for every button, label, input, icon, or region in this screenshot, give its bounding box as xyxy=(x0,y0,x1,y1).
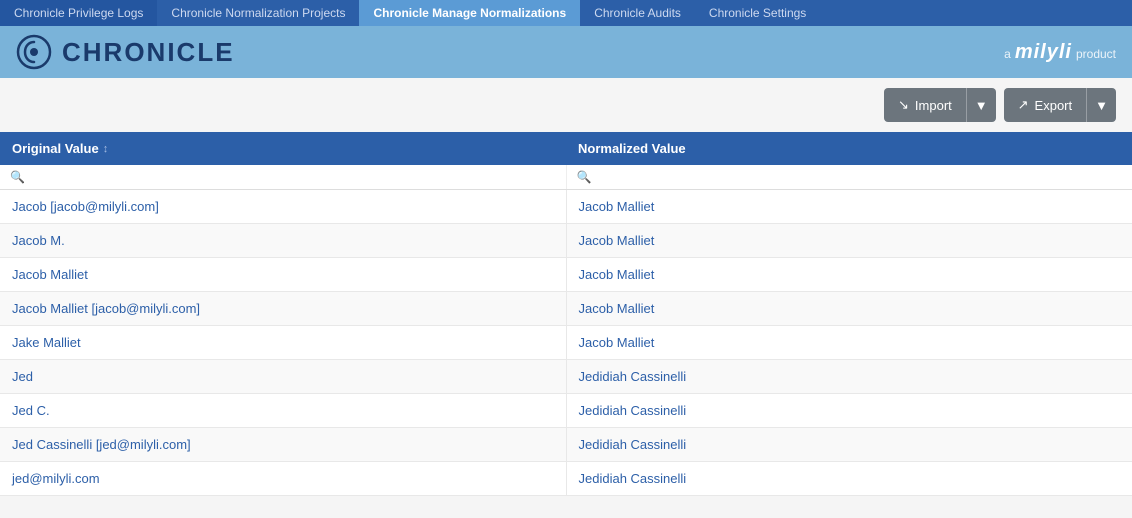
table-row: Jed C. Jedidiah Cassinelli xyxy=(0,394,1132,428)
normalized-value-cell: Jacob Malliet xyxy=(567,224,1132,257)
column-normalized-value: Normalized Value xyxy=(566,132,1132,165)
import-chevron-icon: ▼ xyxy=(975,98,988,113)
nav-privilege-logs[interactable]: Chronicle Privilege Logs xyxy=(0,0,157,26)
original-value-label: Original Value xyxy=(12,141,99,156)
export-label: Export xyxy=(1035,98,1073,113)
header-bar: CHRONICLE a milyli product xyxy=(0,26,1132,78)
export-dropdown-button[interactable]: ▼ xyxy=(1086,88,1116,122)
milyli-branding: a milyli product xyxy=(1004,41,1116,64)
import-icon: ↘ xyxy=(898,97,909,113)
table-header-row: Original Value ↕ Normalized Value xyxy=(0,132,1132,165)
export-chevron-icon: ▼ xyxy=(1095,98,1108,113)
sort-icon[interactable]: ↕ xyxy=(103,143,109,155)
normalization-table: Original Value ↕ Normalized Value 🔍 🔍 Ja… xyxy=(0,132,1132,496)
logo: CHRONICLE xyxy=(16,34,235,70)
milyli-product-label: product xyxy=(1076,47,1116,61)
table-row: Jacob Malliet [jacob@milyli.com] Jacob M… xyxy=(0,292,1132,326)
normalized-value-cell: Jedidiah Cassinelli xyxy=(567,394,1132,427)
original-value-cell: Jake Malliet xyxy=(0,326,567,359)
milyli-a-label: a xyxy=(1004,47,1011,61)
milyli-brand-name: milyli xyxy=(1015,41,1072,64)
import-button-group: ↘ Import ▼ xyxy=(884,88,996,122)
table-row: Jacob M. Jacob Malliet xyxy=(0,224,1132,258)
nav-normalization-projects[interactable]: Chronicle Normalization Projects xyxy=(157,0,359,26)
table-row: Jacob Malliet Jacob Malliet xyxy=(0,258,1132,292)
export-button[interactable]: ↗ Export xyxy=(1004,88,1086,122)
normalized-value-label: Normalized Value xyxy=(578,141,686,156)
table-row: Jed Cassinelli [jed@milyli.com] Jedidiah… xyxy=(0,428,1132,462)
toolbar: ↘ Import ▼ ↗ Export ▼ xyxy=(0,78,1132,132)
normalized-value-cell: Jacob Malliet xyxy=(567,326,1132,359)
normalized-value-cell: Jedidiah Cassinelli xyxy=(567,360,1132,393)
original-search-input[interactable] xyxy=(29,170,556,184)
export-icon: ↗ xyxy=(1018,97,1029,113)
logo-text: CHRONICLE xyxy=(62,37,235,68)
import-label: Import xyxy=(915,98,952,113)
normalized-value-cell: Jacob Malliet xyxy=(567,292,1132,325)
nav-audits[interactable]: Chronicle Audits xyxy=(580,0,695,26)
original-value-cell: jed@milyli.com xyxy=(0,462,567,495)
normalized-search-cell: 🔍 xyxy=(567,165,1132,189)
table-row: Jed Jedidiah Cassinelli xyxy=(0,360,1132,394)
normalized-search-input[interactable] xyxy=(595,170,1122,184)
original-value-cell: Jed xyxy=(0,360,567,393)
table-search-row: 🔍 🔍 xyxy=(0,165,1132,190)
column-original-value: Original Value ↕ xyxy=(0,132,566,165)
search-icon-original: 🔍 xyxy=(10,170,25,184)
chronicle-logo-icon xyxy=(16,34,52,70)
nav-settings[interactable]: Chronicle Settings xyxy=(695,0,820,26)
original-search-cell: 🔍 xyxy=(0,165,567,189)
table-row: Jacob [jacob@milyli.com] Jacob Malliet xyxy=(0,190,1132,224)
table-row: Jake Malliet Jacob Malliet xyxy=(0,326,1132,360)
original-value-cell: Jacob Malliet xyxy=(0,258,567,291)
table-row: jed@milyli.com Jedidiah Cassinelli xyxy=(0,462,1132,496)
normalized-value-cell: Jacob Malliet xyxy=(567,190,1132,223)
normalized-value-cell: Jacob Malliet xyxy=(567,258,1132,291)
top-navigation: Chronicle Privilege Logs Chronicle Norma… xyxy=(0,0,1132,26)
original-value-cell: Jed Cassinelli [jed@milyli.com] xyxy=(0,428,567,461)
table-body: Jacob [jacob@milyli.com] Jacob Malliet J… xyxy=(0,190,1132,496)
original-value-cell: Jed C. xyxy=(0,394,567,427)
original-value-cell: Jacob M. xyxy=(0,224,567,257)
normalized-value-cell: Jedidiah Cassinelli xyxy=(567,428,1132,461)
nav-manage-normalizations[interactable]: Chronicle Manage Normalizations xyxy=(359,0,580,26)
export-button-group: ↗ Export ▼ xyxy=(1004,88,1116,122)
original-value-cell: Jacob [jacob@milyli.com] xyxy=(0,190,567,223)
original-value-cell: Jacob Malliet [jacob@milyli.com] xyxy=(0,292,567,325)
normalized-value-cell: Jedidiah Cassinelli xyxy=(567,462,1132,495)
import-dropdown-button[interactable]: ▼ xyxy=(966,88,996,122)
import-button[interactable]: ↘ Import xyxy=(884,88,966,122)
search-icon-normalized: 🔍 xyxy=(577,170,592,184)
